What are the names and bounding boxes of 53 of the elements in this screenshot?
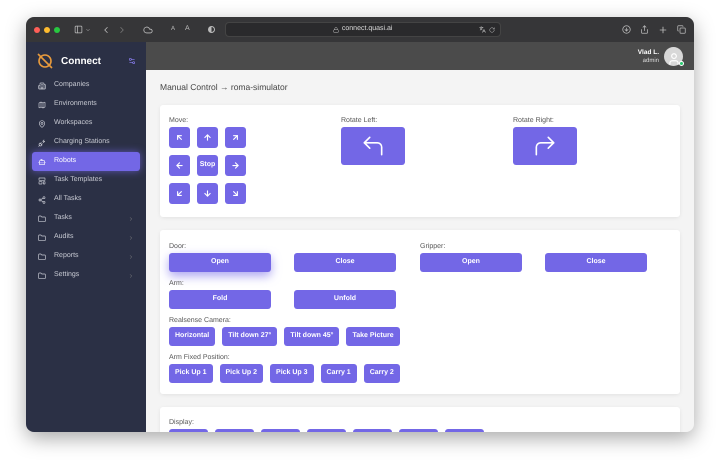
robot-icon	[38, 158, 46, 166]
chevron-right-icon	[128, 234, 134, 240]
minimize-window-icon[interactable]	[44, 26, 50, 32]
brand-name: Connect	[61, 54, 101, 68]
map-pin-icon	[38, 120, 46, 128]
arrow-down-icon	[203, 188, 212, 198]
move-button[interactable]	[225, 126, 246, 148]
arrow-up-right-icon	[231, 132, 240, 142]
arrow-down-right-icon	[231, 188, 240, 198]
contrast-icon[interactable]	[208, 26, 215, 33]
new-tab-icon[interactable]	[658, 24, 668, 34]
arrow-down-left-icon	[175, 188, 184, 198]
move-button[interactable]	[225, 154, 246, 176]
template-icon	[38, 176, 46, 184]
plug-icon	[38, 138, 46, 146]
sidebar-toggle-icon[interactable]	[74, 25, 83, 34]
share-icon	[38, 196, 46, 204]
move-button[interactable]	[225, 182, 246, 204]
settings-icon[interactable]	[128, 57, 136, 65]
rotate-left-button[interactable]	[341, 126, 405, 164]
translate-icon[interactable]	[478, 26, 486, 33]
logo-icon	[36, 52, 54, 70]
chevron-right-icon	[128, 272, 134, 278]
download-icon[interactable]	[622, 25, 631, 34]
chevron-right-icon	[128, 254, 134, 260]
move-button[interactable]	[169, 126, 190, 148]
move-button[interactable]	[169, 154, 190, 176]
maximize-window-icon[interactable]	[54, 26, 60, 32]
arrow-up-icon	[203, 132, 212, 142]
arrow-right-icon	[231, 160, 240, 170]
folder-icon	[38, 234, 46, 242]
chevron-down-icon[interactable]	[85, 26, 91, 32]
lock-icon	[332, 26, 339, 32]
chevron-right-icon	[128, 216, 134, 222]
close-window-icon[interactable]	[34, 26, 40, 32]
map-icon	[38, 100, 46, 108]
arrow-up-left-icon	[175, 132, 184, 142]
move-button[interactable]	[197, 126, 218, 148]
arrow-left-icon	[175, 160, 184, 170]
folder-icon	[38, 272, 46, 280]
cloud-icon[interactable]	[143, 24, 153, 34]
avatar[interactable]	[664, 46, 683, 66]
folder-icon	[38, 252, 46, 260]
rotate-right-button[interactable]	[513, 126, 577, 164]
move-button[interactable]	[197, 182, 218, 204]
share-icon[interactable]	[640, 25, 649, 34]
building-icon	[38, 82, 46, 90]
move-button[interactable]	[169, 182, 190, 204]
tabs-overview-icon[interactable]	[677, 25, 686, 34]
user-silhouette-icon	[666, 52, 680, 66]
page-title: Manual Control → roma-simulator	[160, 83, 289, 92]
reload-icon[interactable]	[488, 26, 495, 32]
folder-icon	[38, 214, 46, 222]
